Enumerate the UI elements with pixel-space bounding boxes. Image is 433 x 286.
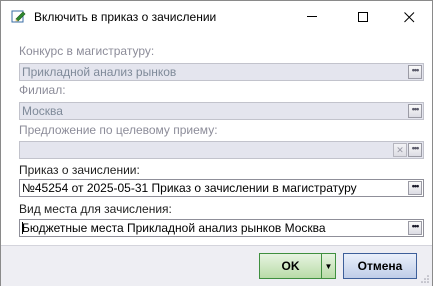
competition-value: Прикладной анализ рынков: [22, 65, 177, 79]
cancel-button-label: Отмена: [357, 259, 403, 273]
close-icon: [403, 11, 414, 22]
ok-dropdown-button[interactable]: ▼: [321, 253, 336, 279]
place-type-field[interactable]: Бюджетные места Прикладной анализ рынков…: [19, 219, 424, 237]
clear-icon: ✕: [396, 145, 404, 155]
ellipsis-icon: •••: [411, 221, 420, 231]
target-offer-browse-button[interactable]: •••: [408, 143, 422, 157]
competition-field: Прикладной анализ рынков •••: [19, 63, 424, 81]
competition-label: Конкурс в магистратуру:: [19, 44, 155, 58]
ellipsis-icon: •••: [411, 104, 420, 114]
button-bar: OK ▼ Отмена: [1, 245, 432, 286]
place-type-browse-button[interactable]: •••: [408, 221, 422, 235]
ok-button[interactable]: OK: [259, 253, 322, 279]
chevron-down-icon: ▼: [324, 261, 333, 271]
ellipsis-icon: •••: [411, 181, 420, 191]
order-value: №45254 от 2025-05-31 Приказ о зачислении…: [22, 181, 357, 195]
edit-pencil-icon: [10, 8, 26, 24]
ellipsis-icon: •••: [411, 143, 420, 153]
ok-button-label: OK: [281, 259, 300, 273]
place-type-label: Вид места для зачисления:: [19, 202, 172, 216]
branch-field: Москва •••: [19, 102, 424, 120]
ellipsis-icon: •••: [411, 65, 420, 75]
branch-value: Москва: [22, 104, 63, 118]
target-offer-label: Предложение по целевому приему:: [19, 123, 218, 137]
branch-browse-button[interactable]: •••: [408, 104, 422, 118]
place-type-value: Бюджетные места Прикладной анализ рынков…: [22, 221, 326, 235]
cancel-button[interactable]: Отмена: [343, 253, 417, 279]
order-browse-button[interactable]: •••: [408, 181, 422, 195]
maximize-icon: [357, 11, 368, 22]
target-offer-clear-button[interactable]: ✕: [393, 143, 407, 157]
title-bar[interactable]: Включить в приказ о зачислении: [1, 1, 432, 33]
order-label: Приказ о зачислении:: [19, 163, 140, 177]
target-offer-field: ✕ •••: [19, 141, 424, 159]
order-field[interactable]: №45254 от 2025-05-31 Приказ о зачислении…: [19, 179, 424, 197]
branch-label: Филиал:: [19, 83, 66, 97]
minimize-icon: [306, 16, 317, 17]
window-title: Включить в приказ о зачислении: [34, 10, 217, 24]
dialog-window: Включить в приказ о зачислении Конкурс в…: [0, 0, 433, 286]
minimize-button[interactable]: [289, 1, 335, 33]
form-area: Конкурс в магистратуру: Прикладной анали…: [9, 40, 424, 242]
competition-browse-button[interactable]: •••: [408, 65, 422, 79]
maximize-button[interactable]: [340, 1, 386, 33]
close-button[interactable]: [386, 1, 432, 33]
resize-grip-icon[interactable]: [420, 274, 430, 284]
